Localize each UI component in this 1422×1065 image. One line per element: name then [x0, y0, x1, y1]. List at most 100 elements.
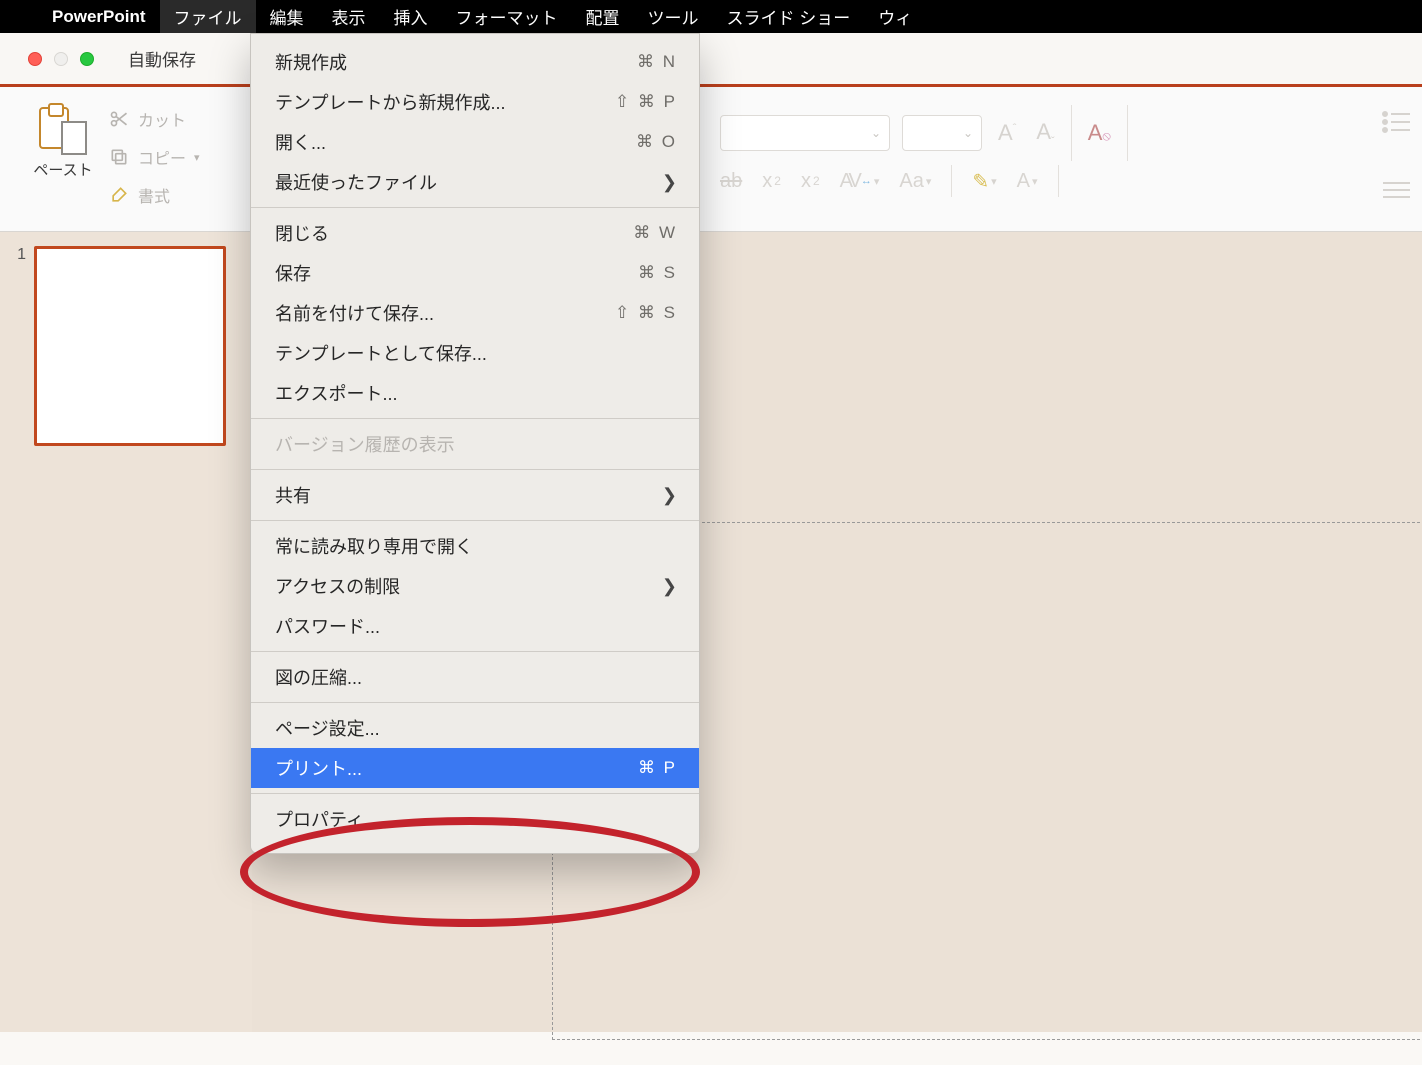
menu-shortcut: ⌘ O [636, 132, 677, 152]
menubar-item-insert[interactable]: 挿入 [380, 0, 442, 33]
menu-item[interactable]: 図の圧縮... [251, 657, 699, 697]
font-size-combo[interactable]: ⌄ [902, 115, 982, 151]
bullets-button[interactable] [1380, 109, 1414, 135]
menu-item-label: エクスポート... [275, 380, 677, 406]
font-family-combo[interactable]: ⌄ [720, 115, 890, 151]
align-button[interactable] [1380, 179, 1414, 206]
separator [1058, 165, 1059, 197]
scissors-icon [108, 109, 130, 129]
menu-item-label: 名前を付けて保存... [275, 300, 615, 326]
decrease-font-button[interactable]: Aˇ [1032, 119, 1058, 147]
separator [1071, 105, 1072, 161]
menu-item[interactable]: 保存⌘ S [251, 253, 699, 293]
menubar-item-window-cut[interactable]: ウィ [864, 0, 926, 33]
paste-button[interactable]: ペースト [22, 95, 104, 231]
window-titlebar: 自動保存 [0, 33, 1422, 87]
menu-item[interactable]: エクスポート... [251, 373, 699, 413]
menubar-item-edit[interactable]: 編集 [256, 0, 318, 33]
slide-number: 1 [6, 246, 34, 446]
menu-item-label: 図の圧縮... [275, 664, 677, 690]
clipboard-icon [39, 101, 87, 155]
window-minimize-button[interactable] [54, 52, 68, 66]
menu-item[interactable]: 共有❯ [251, 475, 699, 515]
file-menu-dropdown[interactable]: 新規作成⌘ Nテンプレートから新規作成...⇧ ⌘ P開く...⌘ O最近使った… [250, 33, 700, 854]
menu-divider [251, 793, 699, 794]
window-traffic-lights [28, 52, 94, 66]
increase-font-button[interactable]: Aˆ [994, 120, 1020, 146]
menu-divider [251, 207, 699, 208]
highlight-color-button[interactable]: ✎ ▾ [972, 169, 996, 194]
menu-item[interactable]: テンプレートとして保存... [251, 333, 699, 373]
menu-item[interactable]: プリント...⌘ P [251, 748, 699, 788]
separator [951, 165, 952, 197]
menu-divider [251, 520, 699, 521]
paste-label: ペースト [33, 159, 92, 180]
window-zoom-button[interactable] [80, 52, 94, 66]
app-window: 自動保存 ペースト カット コピー ▾ [0, 33, 1422, 1065]
menu-item-label: 最近使ったファイル [275, 169, 662, 195]
superscript-button[interactable]: x2 [762, 170, 781, 193]
copy-button[interactable]: コピー ▾ [108, 145, 200, 169]
menu-item[interactable]: アクセスの制限❯ [251, 566, 699, 606]
format-painter-label: 書式 [138, 183, 170, 207]
menu-item-label: プロパティ [275, 806, 677, 832]
slide-thumbnail-panel[interactable]: 1 [0, 232, 252, 1032]
slide-thumbnail[interactable]: 1 [6, 246, 246, 446]
menu-item[interactable]: 名前を付けて保存...⇧ ⌘ S [251, 293, 699, 333]
menu-item[interactable]: テンプレートから新規作成...⇧ ⌘ P [251, 82, 699, 122]
menu-divider [251, 418, 699, 419]
menu-item-label: プリント... [275, 755, 638, 781]
chevron-right-icon: ❯ [662, 485, 677, 506]
menubar-item-format[interactable]: フォーマット [442, 0, 572, 33]
chevron-right-icon: ❯ [662, 576, 677, 597]
menubar-item-tools[interactable]: ツール [634, 0, 713, 33]
character-spacing-button[interactable]: AV↔ ▾ [840, 170, 880, 193]
menu-item-label: 常に読み取り専用で開く [275, 533, 677, 559]
menu-item[interactable]: パスワード... [251, 606, 699, 646]
menu-item[interactable]: 開く...⌘ O [251, 122, 699, 162]
menu-item-label: 共有 [275, 482, 662, 508]
chevron-down-icon: ▾ [194, 151, 200, 164]
menu-item-label: 閉じる [275, 220, 633, 246]
menu-shortcut: ⌘ W [633, 223, 677, 243]
font-color-button[interactable]: A ▾ [1017, 170, 1038, 193]
subscript-button[interactable]: x2 [801, 170, 820, 193]
menu-item-label: 保存 [275, 260, 638, 286]
font-controls-row2: ab x2 x2 AV↔ ▾ Aa ▾ ✎ ▾ A ▾ [720, 165, 1059, 197]
menu-item[interactable]: 閉じる⌘ W [251, 213, 699, 253]
slide-preview [34, 246, 226, 446]
menu-item[interactable]: 最近使ったファイル❯ [251, 162, 699, 202]
menu-item[interactable]: 常に読み取り専用で開く [251, 526, 699, 566]
chevron-down-icon: ⌄ [963, 126, 973, 140]
menu-item[interactable]: ページ設定... [251, 708, 699, 748]
clear-formatting-button[interactable]: A⦸ [1084, 120, 1115, 146]
clipboard-actions: カット コピー ▾ 書式 [104, 95, 200, 231]
format-painter-button[interactable]: 書式 [108, 183, 200, 207]
menu-shortcut: ⇧ ⌘ P [615, 92, 677, 112]
chevron-down-icon: ⌄ [871, 126, 881, 140]
menu-item[interactable]: 新規作成⌘ N [251, 42, 699, 82]
menu-item-label: 開く... [275, 129, 636, 155]
menu-item[interactable]: プロパティ [251, 799, 699, 839]
font-controls-row1: ⌄ ⌄ Aˆ Aˇ A⦸ [720, 105, 1128, 161]
cut-label: カット [138, 107, 186, 131]
change-case-button[interactable]: Aa ▾ [899, 170, 931, 193]
menubar-item-slideshow[interactable]: スライド ショー [713, 0, 865, 33]
menu-shortcut: ⌘ N [637, 52, 677, 72]
cut-button[interactable]: カット [108, 107, 200, 131]
menubar-item-arrange[interactable]: 配置 [572, 0, 634, 33]
separator [1127, 105, 1128, 161]
menu-item-label: バージョン履歴の表示 [275, 431, 677, 457]
mac-menubar[interactable]: PowerPoint ファイル 編集 表示 挿入 フォーマット 配置 ツール ス… [0, 0, 1422, 33]
copy-label: コピー [138, 145, 186, 169]
menubar-item-view[interactable]: 表示 [318, 0, 380, 33]
menubar-appname[interactable]: PowerPoint [38, 0, 160, 33]
menu-item-label: 新規作成 [275, 49, 637, 75]
menu-shortcut: ⌘ S [638, 263, 677, 283]
menu-divider [251, 651, 699, 652]
menu-divider [251, 702, 699, 703]
strikethrough-button[interactable]: ab [720, 170, 742, 193]
menubar-item-file[interactable]: ファイル [160, 0, 256, 33]
window-close-button[interactable] [28, 52, 42, 66]
menu-item-label: テンプレートとして保存... [275, 340, 677, 366]
